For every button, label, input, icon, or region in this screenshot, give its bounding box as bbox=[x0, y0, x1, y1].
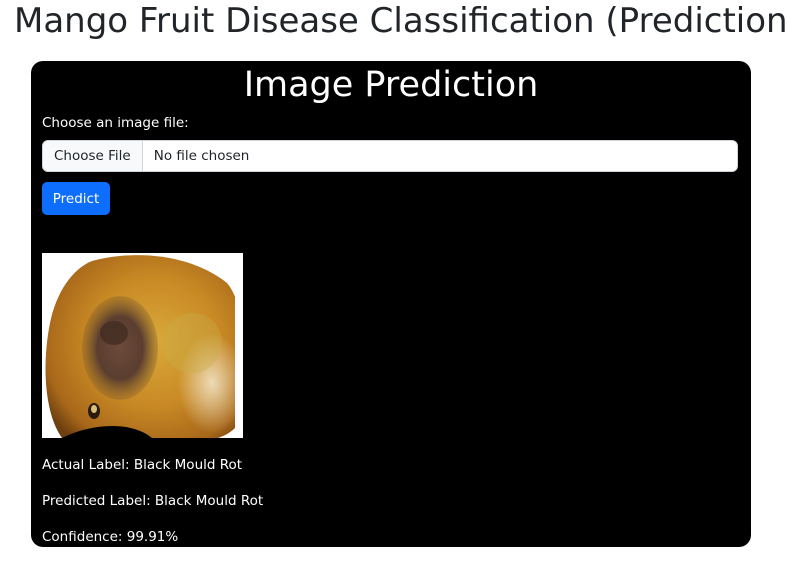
card-title: Image Prediction bbox=[243, 65, 539, 105]
prediction-card: Image Prediction Choose an image file: C… bbox=[31, 61, 751, 547]
choose-file-button[interactable]: Choose File bbox=[43, 141, 143, 171]
image-file-input[interactable]: Choose File No file chosen bbox=[42, 140, 738, 172]
file-input-label: Choose an image file: bbox=[42, 115, 189, 131]
predict-button[interactable]: Predict bbox=[42, 182, 110, 215]
mango-fruit-image bbox=[42, 253, 243, 438]
actual-label-text: Actual Label: Black Mould Rot bbox=[42, 457, 243, 473]
file-status-text: No file chosen bbox=[153, 148, 250, 164]
predicted-label-text: Predicted Label: Black Mould Rot bbox=[42, 493, 264, 509]
confidence-text: Confidence: 99.91% bbox=[42, 529, 179, 545]
page-title: Mango Fruit Disease Classification (Pred… bbox=[14, 1, 787, 41]
